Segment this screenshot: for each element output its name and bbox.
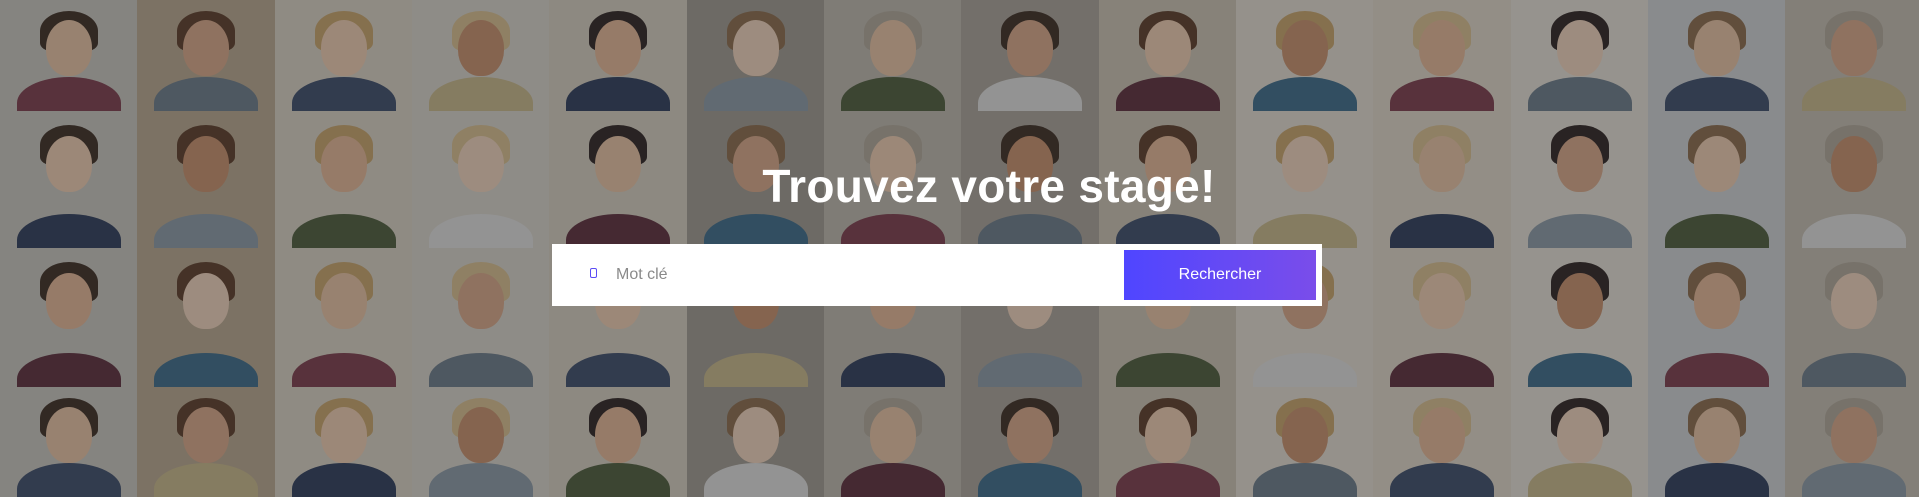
- hero-banner: Trouvez votre stage! Rechercher: [0, 0, 1919, 499]
- search-icon: [590, 268, 597, 278]
- hero-title: Trouvez votre stage!: [762, 160, 1216, 212]
- keyword-search-input[interactable]: [616, 244, 1066, 306]
- search-bar: Rechercher: [552, 244, 1322, 306]
- search-button[interactable]: Rechercher: [1124, 250, 1316, 300]
